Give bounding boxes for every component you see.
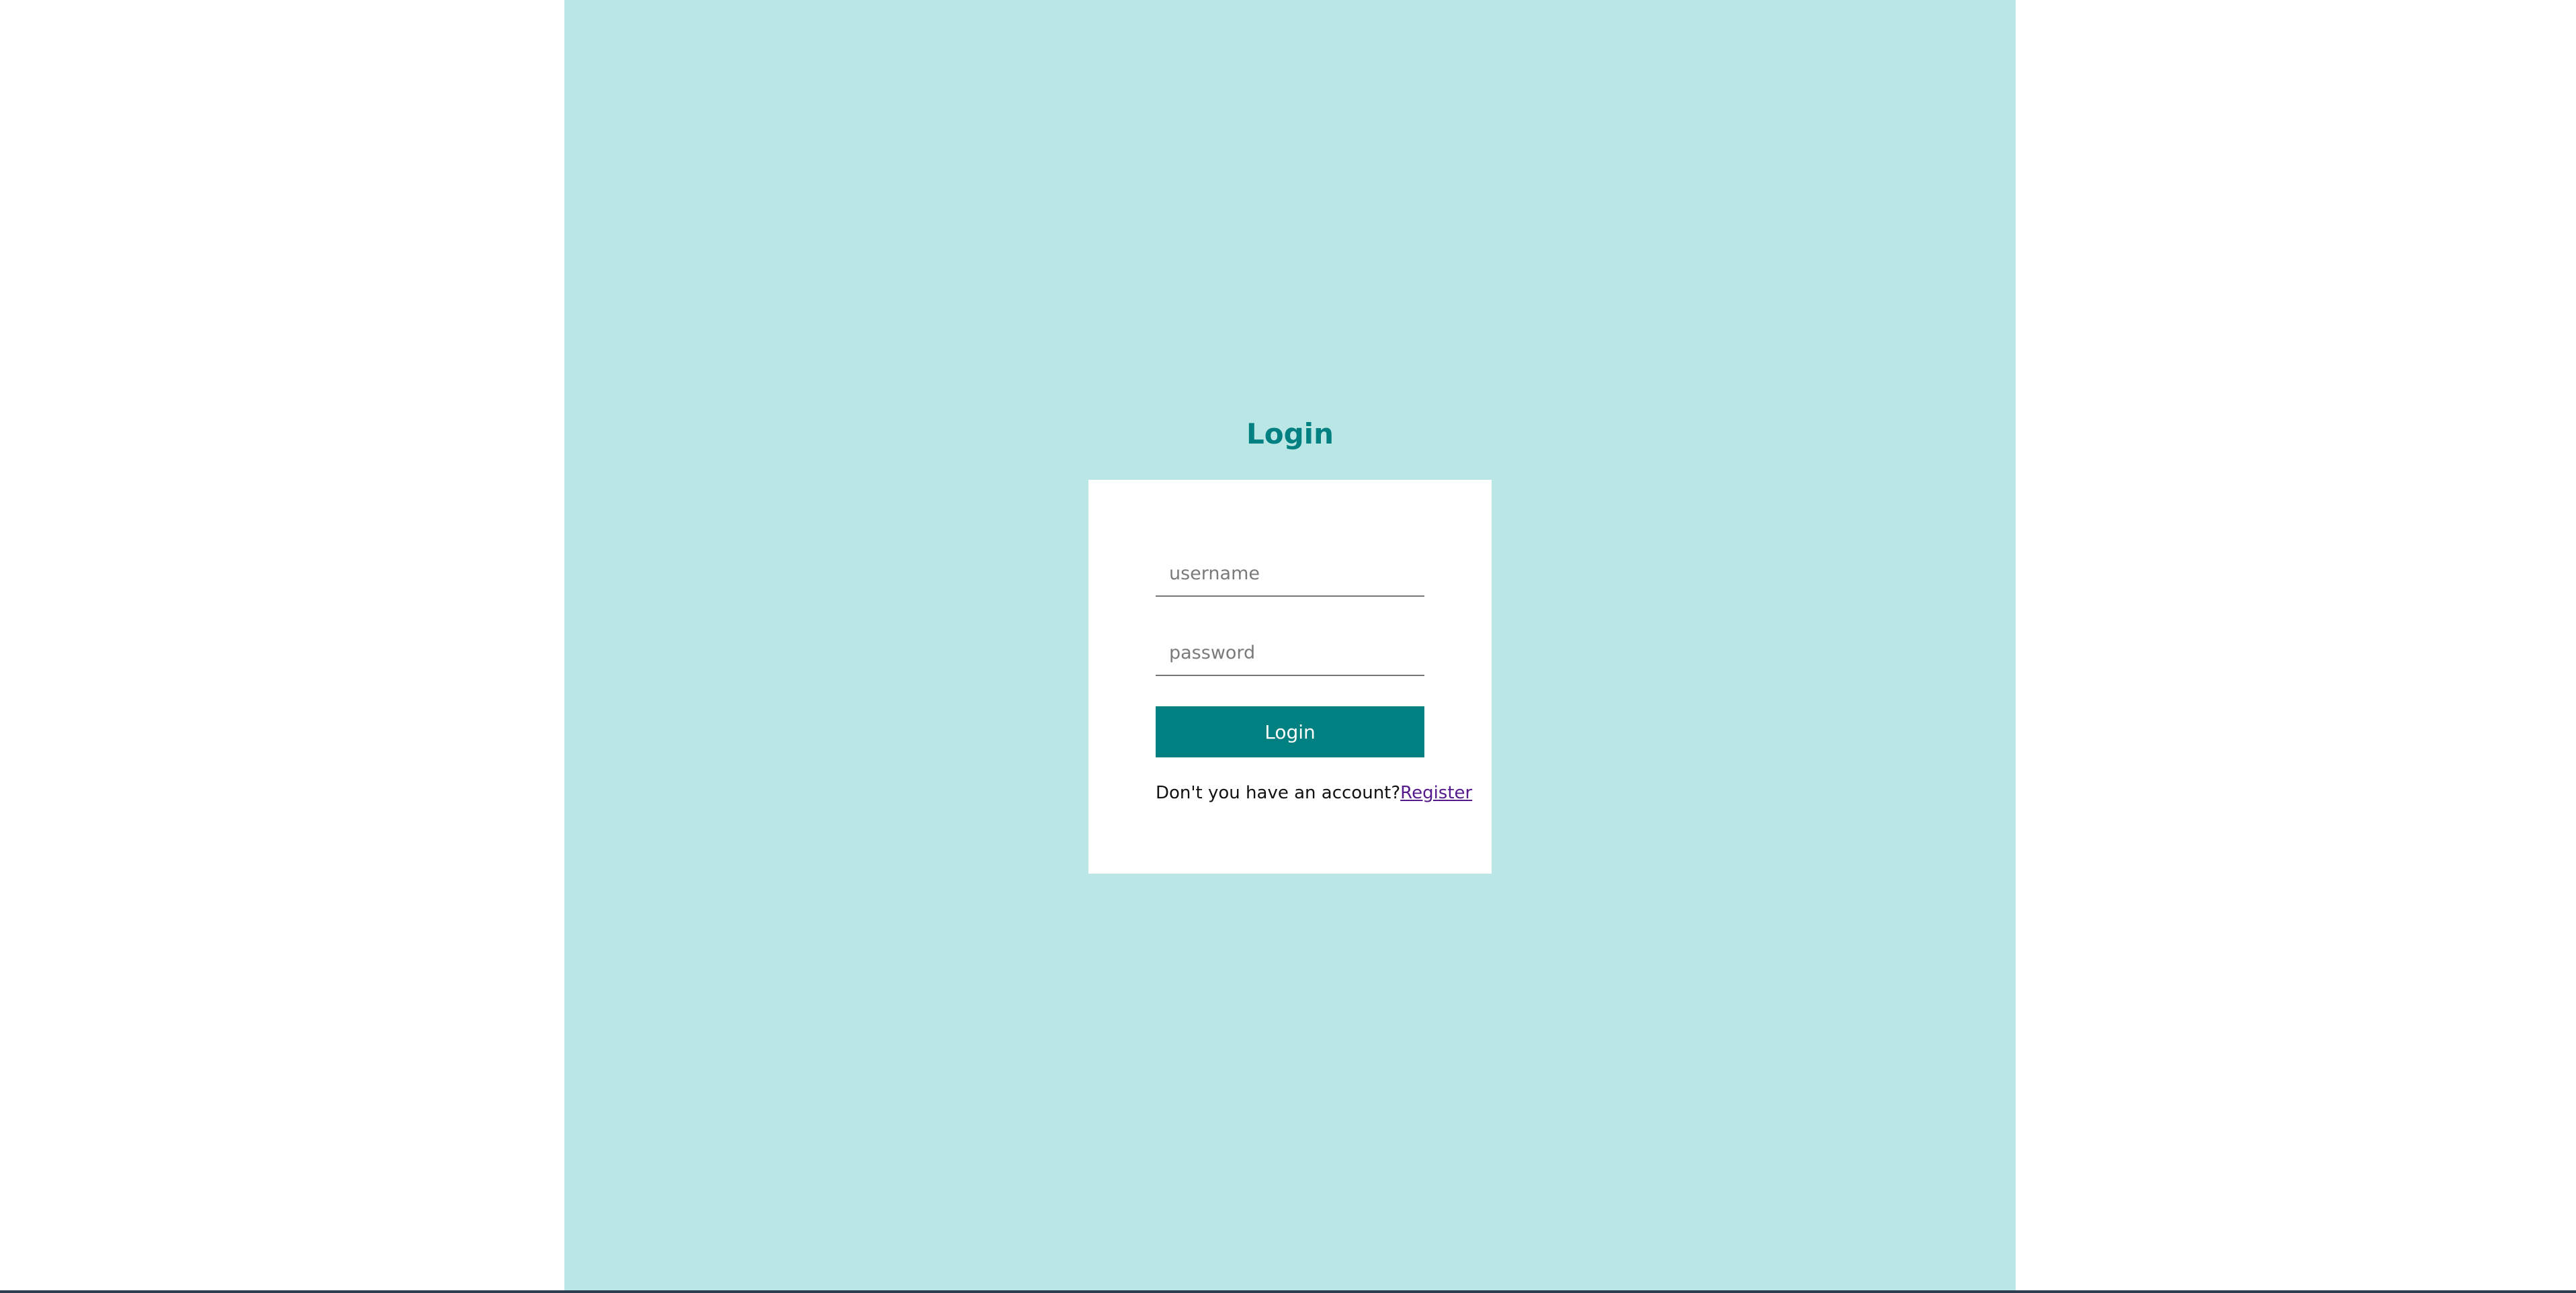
no-account-text: Don't you have an account? <box>1156 783 1401 803</box>
register-prompt: Don't you have an account?Register <box>1156 781 1472 805</box>
login-card: Login Don't you have an account?Register <box>1088 480 1492 874</box>
register-link[interactable]: Register <box>1400 783 1472 803</box>
login-button[interactable]: Login <box>1156 706 1424 757</box>
password-input[interactable] <box>1156 630 1424 676</box>
bottom-edge-strip <box>0 1290 2576 1293</box>
login-page-background: Login Login Don't you have an account?Re… <box>564 0 2016 1290</box>
page-title: Login <box>1246 417 1334 450</box>
username-input[interactable] <box>1156 551 1424 597</box>
